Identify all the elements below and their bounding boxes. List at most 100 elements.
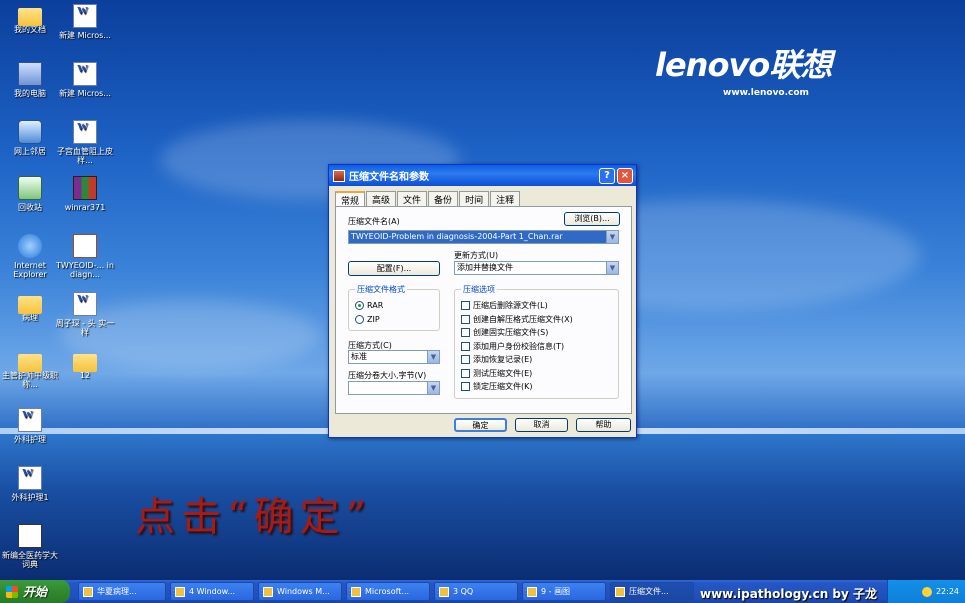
- folder-icon: [18, 8, 42, 26]
- format-group-title: 压缩文件格式: [355, 284, 407, 295]
- desktop-icon-label: 病理: [22, 313, 38, 322]
- word-doc-icon: [73, 120, 97, 144]
- tab-time[interactable]: 时间: [459, 191, 490, 206]
- desktop-icon-label: 我的文档: [14, 25, 46, 34]
- checkbox-icon: [461, 301, 470, 310]
- taskbar-item[interactable]: 3 QQ: [434, 582, 518, 601]
- option-checkbox[interactable]: 创建固实压缩文件(S): [461, 327, 548, 338]
- lenovo-url: www.lenovo.com: [723, 88, 809, 98]
- format-rar-radio[interactable]: RAR: [355, 301, 383, 310]
- desktop-icon-label: 子宫血管阻上皮样...: [57, 147, 113, 165]
- ok-button[interactable]: 确定: [454, 418, 507, 432]
- checkbox-icon: [461, 315, 470, 324]
- tab-comment[interactable]: 注释: [490, 191, 521, 206]
- desktop-icon-powerpoint[interactable]: TWYEOID-... in diagn...: [55, 234, 115, 279]
- option-checkbox[interactable]: 锁定压缩文件(K): [461, 381, 533, 392]
- start-button[interactable]: 开始: [0, 580, 70, 603]
- desktop-icon-word-doc[interactable]: 子宫血管阻上皮样...: [55, 120, 115, 165]
- dialog-titlebar[interactable]: 压缩文件名和参数 ? ×: [329, 165, 636, 186]
- desktop-icon-label: 新建 Micros...: [59, 31, 111, 40]
- recycle-bin-icon: [18, 176, 42, 200]
- taskbar-item[interactable]: 4 Window...: [170, 582, 254, 601]
- chevron-down-icon[interactable]: ▼: [606, 262, 618, 274]
- clock[interactable]: 22:24: [936, 587, 959, 596]
- split-size-select[interactable]: ▼: [348, 381, 440, 395]
- close-icon[interactable]: ×: [617, 167, 633, 184]
- chevron-down-icon[interactable]: ▼: [606, 231, 618, 243]
- desktop-icon-folder-12[interactable]: 12: [55, 350, 115, 380]
- desktop-icon-word-doc[interactable]: 新建 Micros...: [55, 4, 115, 40]
- taskbar-item[interactable]: Microsoft...: [346, 582, 430, 601]
- option-label: 创建自解压格式压缩文件(X): [473, 315, 573, 324]
- option-checkbox[interactable]: 添加用户身份校验信息(T): [461, 341, 564, 352]
- desktop-icon-label: 我的电脑: [14, 89, 46, 98]
- desktop-icon-word-doc[interactable]: 外科护理: [0, 408, 60, 444]
- desktop-icon-word-doc[interactable]: 外科护理1: [0, 466, 60, 502]
- browse-button[interactable]: 浏览(B)...: [564, 212, 620, 226]
- help-button[interactable]: 帮助: [576, 418, 631, 432]
- format-zip-radio[interactable]: ZIP: [355, 315, 380, 324]
- desktop-icon-label: 网上邻居: [14, 147, 46, 156]
- tray-icon[interactable]: [921, 586, 932, 597]
- computer-icon: [18, 62, 42, 86]
- tab-general[interactable]: 常规: [335, 191, 366, 207]
- help-icon[interactable]: ?: [599, 167, 615, 184]
- tab-backup[interactable]: 备份: [428, 191, 459, 206]
- checkbox-icon: [461, 342, 470, 351]
- desktop-icon-word-doc[interactable]: 新建 Micros...: [55, 62, 115, 98]
- option-checkbox[interactable]: 压缩后删除源文件(L): [461, 300, 548, 311]
- cancel-button[interactable]: 取消: [515, 418, 568, 432]
- chevron-down-icon[interactable]: ▼: [427, 382, 439, 394]
- powerpoint-icon: [351, 586, 361, 597]
- checkbox-icon: [461, 369, 470, 378]
- desktop-icon-internet-explorer[interactable]: Internet Explorer: [0, 234, 60, 279]
- option-checkbox[interactable]: 创建自解压格式压缩文件(X): [461, 314, 573, 325]
- dialog-tabs: 常规 高级 文件 备份 时间 注释: [335, 191, 521, 207]
- split-size-label: 压缩分卷大小,字节(V): [348, 371, 427, 380]
- desktop-icon-my-documents[interactable]: 我的文档: [0, 4, 60, 34]
- method-value: 标准: [351, 352, 367, 361]
- desktop-icon-my-computer[interactable]: 我的电脑: [0, 62, 60, 98]
- desktop-icon-network[interactable]: 网上邻居: [0, 120, 60, 156]
- tab-advanced[interactable]: 高级: [366, 191, 397, 206]
- winrar-icon: [73, 176, 97, 200]
- taskbar-item-active[interactable]: 压缩文件...: [610, 582, 694, 601]
- update-mode-select[interactable]: 添加并替换文件 ▼: [454, 261, 619, 275]
- desktop-icon-winrar[interactable]: winrar371: [55, 176, 115, 212]
- option-label: 创建固实压缩文件(S): [473, 328, 549, 337]
- desktop-icon-recycle-bin[interactable]: 回收站: [0, 176, 60, 212]
- chevron-down-icon[interactable]: ▼: [427, 351, 439, 363]
- desktop-icon-word-doc[interactable]: 周子琛 - 头 实一样: [55, 292, 115, 337]
- windows-flag-icon: [6, 585, 18, 598]
- tab-files[interactable]: 文件: [397, 191, 428, 206]
- word-doc-icon: [73, 4, 97, 28]
- desktop-icon-folder[interactable]: 主管护师中级职称...: [0, 350, 60, 389]
- desktop-icon-label: TWYEOID-... in diagn...: [56, 261, 114, 279]
- method-select[interactable]: 标准 ▼: [348, 350, 440, 364]
- word-doc-icon: [73, 292, 97, 316]
- desktop-icon-label: winrar371: [64, 203, 106, 212]
- folder-icon: [18, 354, 42, 372]
- taskbar-item[interactable]: 9 - 画图: [522, 582, 606, 601]
- archive-name-input[interactable]: TWYEOID-Problem in diagnosis-2004-Part 1…: [348, 230, 619, 244]
- update-mode-value: 添加并替换文件: [457, 263, 513, 272]
- config-button[interactable]: 配置(F)...: [348, 261, 440, 276]
- instruction-caption: 点击“确定”: [135, 494, 372, 540]
- option-checkbox[interactable]: 测试压缩文件(E): [461, 368, 532, 379]
- taskbar-item-label: 华夏病理...: [97, 587, 137, 596]
- desktop-icon-label: Internet Explorer: [13, 261, 47, 279]
- powerpoint-icon: [73, 234, 97, 258]
- taskbar-item-label: 4 Window...: [189, 587, 236, 596]
- options-group-title: 压缩选项: [461, 284, 497, 295]
- archive-name-label: 压缩文件名(A): [348, 217, 400, 226]
- option-checkbox[interactable]: 添加恢复记录(E): [461, 354, 532, 365]
- desktop-icon-label: 12: [79, 371, 91, 380]
- start-label: 开始: [23, 585, 48, 599]
- word-doc-icon: [18, 408, 42, 432]
- desktop-icon-dictionary[interactable]: 新编全医药学大词典: [0, 524, 60, 569]
- desktop-icon-pathology-folder[interactable]: 病理: [0, 292, 60, 322]
- desktop-icon-label: 外科护理: [14, 435, 46, 444]
- media-player-icon: [263, 586, 273, 597]
- taskbar-item[interactable]: 华夏病理...: [78, 582, 166, 601]
- taskbar-item[interactable]: Windows M...: [258, 582, 342, 601]
